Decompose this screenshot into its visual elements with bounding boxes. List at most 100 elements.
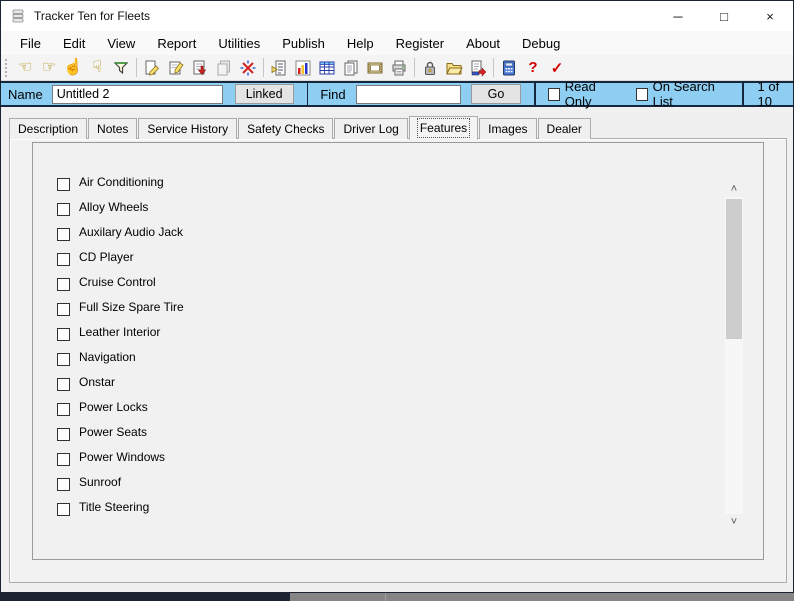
help-icon[interactable]: ? — [521, 57, 545, 79]
feature-checkbox[interactable] — [57, 303, 70, 316]
first-record-icon[interactable]: ☝ — [61, 57, 85, 79]
on-search-list-label: On Search List — [652, 79, 715, 109]
menu-about[interactable]: About — [455, 33, 511, 54]
images-icon[interactable] — [363, 57, 387, 79]
tab-service-history[interactable]: Service History — [138, 118, 238, 139]
on-search-list-checkbox[interactable]: On Search List — [635, 79, 729, 109]
feature-row-cruise-control[interactable]: Cruise Control — [57, 271, 184, 296]
prev-record-icon[interactable]: ☜ — [13, 57, 37, 79]
copy-pages-icon[interactable] — [339, 57, 363, 79]
screen: Tracker Ten for Fleets ─ □ × File Edit V… — [0, 0, 794, 601]
edit-record-icon[interactable] — [140, 57, 164, 79]
features-tab-page: Air Conditioning Alloy Wheels Auxilary A… — [9, 138, 787, 583]
feature-row-title-steering[interactable]: Title Steering — [57, 496, 184, 521]
toolbar-separator — [414, 58, 415, 77]
scroll-down-icon[interactable]: ˅ — [725, 514, 743, 530]
tab-dealer[interactable]: Dealer — [537, 118, 591, 139]
copy-record-icon[interactable] — [212, 57, 236, 79]
save-record-icon[interactable] — [188, 57, 212, 79]
spell-check-icon[interactable]: ✓ — [545, 57, 569, 79]
read-only-checkbox[interactable]: Read Only — [548, 79, 619, 109]
find-input[interactable] — [355, 84, 461, 104]
go-button[interactable]: Go — [470, 84, 522, 104]
feature-checkbox[interactable] — [57, 253, 70, 266]
tab-driver-log[interactable]: Driver Log — [334, 118, 408, 139]
menu-debug[interactable]: Debug — [511, 33, 571, 54]
report-chart-icon[interactable] — [291, 57, 315, 79]
feature-row-alloy-wheels[interactable]: Alloy Wheels — [57, 196, 184, 221]
feature-row-air-conditioning[interactable]: Air Conditioning — [57, 171, 184, 196]
name-label: Name — [8, 86, 43, 102]
maximize-button[interactable]: □ — [701, 1, 747, 31]
feature-checkbox[interactable] — [57, 203, 70, 216]
feature-checkbox[interactable] — [57, 228, 70, 241]
menu-edit[interactable]: Edit — [52, 33, 96, 54]
scroll-up-icon[interactable]: ˄ — [725, 181, 743, 197]
tab-strip: Description Notes Service History Safety… — [9, 116, 592, 140]
on-search-list-checkbox-box[interactable] — [635, 87, 648, 101]
feature-checkbox[interactable] — [57, 478, 70, 491]
toolbar-separator — [493, 58, 494, 77]
feature-checkbox[interactable] — [57, 428, 70, 441]
app-icon — [12, 9, 24, 23]
find-record-icon[interactable] — [267, 57, 291, 79]
feature-checkbox[interactable] — [57, 403, 70, 416]
filter-icon[interactable] — [109, 57, 133, 79]
toolbar: ☜ ☞ ☝ ☟ ? ✓ — [1, 55, 793, 81]
tab-safety-checks[interactable]: Safety Checks — [238, 118, 334, 139]
open-file-icon[interactable] — [442, 57, 466, 79]
feature-checkbox[interactable] — [57, 328, 70, 341]
feature-list: Air Conditioning Alloy Wheels Auxilary A… — [57, 171, 184, 521]
feature-row-cd-player[interactable]: CD Player — [57, 246, 184, 271]
vertical-scrollbar[interactable]: ˄ ˅ — [725, 181, 743, 530]
last-record-icon[interactable]: ☟ — [85, 57, 109, 79]
minimize-button[interactable]: ─ — [655, 1, 701, 31]
export-icon[interactable] — [466, 57, 490, 79]
feature-row-leather-interior[interactable]: Leather Interior — [57, 321, 184, 346]
feature-checkbox[interactable] — [57, 178, 70, 191]
feature-row-auxilary-audio-jack[interactable]: Auxilary Audio Jack — [57, 221, 184, 246]
toolbar-separator — [136, 58, 137, 77]
linked-button[interactable]: Linked — [234, 84, 294, 104]
menu-register[interactable]: Register — [385, 33, 455, 54]
print-icon[interactable] — [387, 57, 411, 79]
delete-record-icon[interactable] — [236, 57, 260, 79]
feature-checkbox[interactable] — [57, 278, 70, 291]
calculator-icon[interactable] — [497, 57, 521, 79]
toolbar-gripper[interactable] — [5, 58, 9, 77]
read-only-checkbox-box[interactable] — [548, 87, 560, 101]
record-bar-divider — [534, 83, 537, 105]
feature-row-power-locks[interactable]: Power Locks — [57, 396, 184, 421]
window-title: Tracker Ten for Fleets — [34, 9, 151, 23]
feature-row-full-size-spare-tire[interactable]: Full Size Spare Tire — [57, 296, 184, 321]
feature-row-sunroof[interactable]: Sunroof — [57, 471, 184, 496]
lock-icon[interactable] — [418, 57, 442, 79]
feature-checkbox[interactable] — [57, 453, 70, 466]
next-record-icon[interactable]: ☞ — [37, 57, 61, 79]
close-button[interactable]: × — [747, 1, 793, 31]
taskbar-dark-segment — [0, 593, 290, 601]
menu-view[interactable]: View — [96, 33, 146, 54]
tab-features[interactable]: Features — [408, 116, 479, 140]
table-view-icon[interactable] — [315, 57, 339, 79]
tab-description[interactable]: Description — [9, 118, 88, 139]
menu-report[interactable]: Report — [146, 33, 207, 54]
tab-images[interactable]: Images — [479, 118, 537, 139]
feature-checkbox[interactable] — [57, 353, 70, 366]
feature-row-navigation[interactable]: Navigation — [57, 346, 184, 371]
name-input[interactable] — [51, 84, 223, 104]
menu-utilities[interactable]: Utilities — [207, 33, 271, 54]
scrollbar-thumb[interactable] — [726, 199, 742, 339]
feature-checkbox[interactable] — [57, 503, 70, 516]
record-bar-divider — [306, 83, 309, 105]
taskbar-divider — [385, 593, 386, 601]
menu-help[interactable]: Help — [336, 33, 385, 54]
tab-notes[interactable]: Notes — [88, 118, 138, 139]
feature-row-power-windows[interactable]: Power Windows — [57, 446, 184, 471]
feature-checkbox[interactable] — [57, 378, 70, 391]
menu-file[interactable]: File — [9, 33, 52, 54]
new-record-icon[interactable] — [164, 57, 188, 79]
feature-row-power-seats[interactable]: Power Seats — [57, 421, 184, 446]
menu-publish[interactable]: Publish — [271, 33, 336, 54]
feature-row-onstar[interactable]: Onstar — [57, 371, 184, 396]
